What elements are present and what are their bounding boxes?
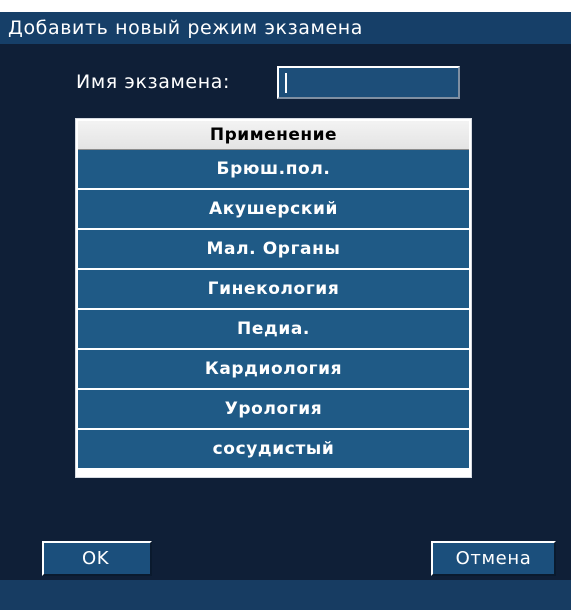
text-cursor [285, 73, 287, 93]
ok-button[interactable]: OK [42, 541, 152, 576]
application-item-cardiology[interactable]: Кардиология [78, 350, 469, 388]
dialog-title: Добавить новый режим экзамена [0, 12, 571, 44]
add-exam-mode-dialog: Добавить новый режим экзамена Имя экзаме… [0, 12, 571, 610]
cancel-button[interactable]: Отмена [431, 541, 556, 576]
application-item-vascular[interactable]: сосудистый [78, 430, 469, 468]
exam-name-input[interactable] [277, 66, 460, 99]
application-item-abdomen[interactable]: Брюш.пол. [78, 150, 469, 188]
application-item-pediatrics[interactable]: Педиа. [78, 310, 469, 348]
application-item-obstetrics[interactable]: Акушерский [78, 190, 469, 228]
footer-bar [0, 580, 571, 610]
application-item-urology[interactable]: Урология [78, 390, 469, 428]
application-list: Применение Брюш.пол. Акушерский Мал. Орг… [75, 118, 472, 478]
application-item-small-parts[interactable]: Мал. Органы [78, 230, 469, 268]
application-item-gynecology[interactable]: Гинекология [78, 270, 469, 308]
application-list-header: Применение [78, 121, 469, 150]
exam-name-label: Имя экзамена: [76, 71, 230, 93]
